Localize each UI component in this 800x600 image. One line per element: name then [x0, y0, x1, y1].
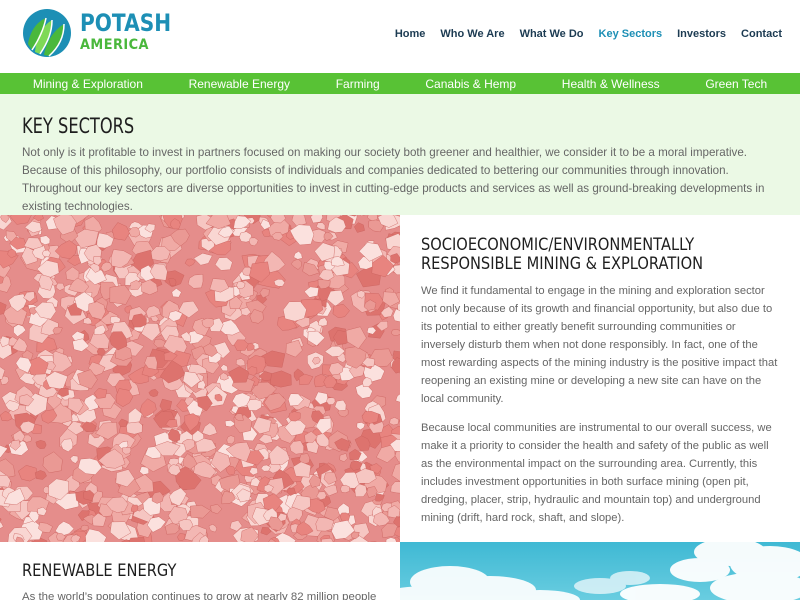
potash-leaf-logo-icon[interactable]: [22, 8, 72, 58]
mining-section: SOCIOECONOMIC/ENVIRONMENTALLY RESPONSIBL…: [421, 236, 781, 527]
renewable-energy-section: RENEWABLE ENERGY As the world’s populati…: [22, 562, 392, 600]
nav-investors[interactable]: Investors: [677, 28, 726, 40]
nav-key-sectors[interactable]: Key Sectors: [599, 28, 663, 40]
clouds-drawing: [400, 542, 800, 600]
mining-paragraph-2: Because local communities are instrument…: [421, 422, 772, 524]
mining-paragraph-1: We find it fundamental to engage in the …: [421, 285, 778, 405]
intro-paragraph: Not only is it profitable to invest in p…: [22, 146, 765, 213]
brand-line-america: AMERICA: [80, 37, 149, 53]
potash-granules-image: [0, 215, 400, 542]
sector-nav-bar: Mining & Exploration Renewable Energy Fa…: [0, 73, 800, 94]
site-header: POTASH AMERICA Home Who We Are What We D…: [0, 0, 800, 73]
sector-link-green-tech[interactable]: Green Tech: [705, 77, 767, 91]
mining-title: SOCIOECONOMIC/ENVIRONMENTALLY RESPONSIBL…: [421, 236, 731, 274]
sector-link-renewable-energy[interactable]: Renewable Energy: [189, 77, 290, 91]
renewable-energy-title: RENEWABLE ENERGY: [22, 561, 177, 581]
page-title: KEY SECTORS: [22, 114, 135, 138]
sector-link-canabis-hemp[interactable]: Canabis & Hemp: [425, 77, 516, 91]
mining-title-line2: RESPONSIBLE MINING & EXPLORATION: [421, 254, 704, 274]
main-nav: Home Who We Are What We Do Key Sectors I…: [380, 28, 782, 40]
brand-wordmark[interactable]: POTASH AMERICA: [80, 10, 188, 54]
granules-texture: [0, 215, 400, 542]
sector-link-farming[interactable]: Farming: [336, 77, 380, 91]
mining-title-line1: SOCIOECONOMIC/ENVIRONMENTALLY: [421, 235, 695, 255]
nav-home[interactable]: Home: [395, 28, 426, 40]
sector-link-health-wellness[interactable]: Health & Wellness: [562, 77, 660, 91]
sky-clouds-image: [400, 542, 800, 600]
nav-what-we-do[interactable]: What We Do: [520, 28, 584, 40]
nav-who-we-are[interactable]: Who We Are: [440, 28, 504, 40]
sector-link-mining[interactable]: Mining & Exploration: [33, 77, 143, 91]
brand-line-potash: POTASH: [80, 9, 172, 37]
intro-section: KEY SECTORS Not only is it profitable to…: [0, 94, 800, 215]
renewable-energy-paragraph: As the world’s population continues to g…: [22, 591, 377, 600]
nav-contact[interactable]: Contact: [741, 28, 782, 40]
